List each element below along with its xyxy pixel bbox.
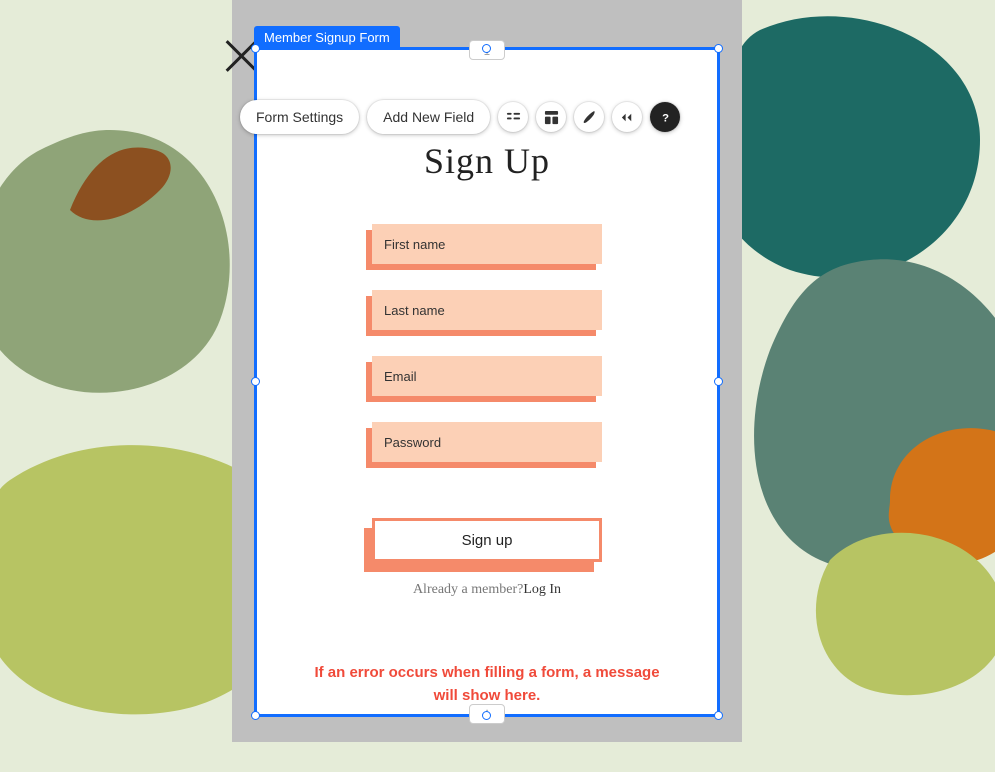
resize-handle-tl[interactable] <box>251 44 260 53</box>
resize-handle-bm[interactable] <box>482 711 491 720</box>
first-name-input[interactable] <box>372 224 602 264</box>
resize-handle-ml[interactable] <box>251 377 260 386</box>
signup-button[interactable]: Sign up <box>372 518 602 562</box>
already-member-label: Already a member? <box>413 582 523 597</box>
resize-handle-bl[interactable] <box>251 711 260 720</box>
animation-icon[interactable] <box>612 102 642 132</box>
resize-handle-mr[interactable] <box>714 377 723 386</box>
last-name-input[interactable] <box>372 290 602 330</box>
brush-icon[interactable] <box>574 102 604 132</box>
field-email <box>372 356 602 396</box>
login-link[interactable]: Log In <box>523 582 561 597</box>
password-input[interactable] <box>372 422 602 462</box>
error-message: If an error occurs when filling a form, … <box>307 662 667 707</box>
bg-blob <box>810 520 995 700</box>
floating-toolbar: Form Settings Add New Field ? <box>240 100 680 134</box>
layout-icon[interactable] <box>498 102 528 132</box>
bg-blob <box>60 140 180 230</box>
selected-element-frame[interactable]: Member Signup Form ⤓ ⤓ Sign Up Sign up <box>254 47 720 717</box>
svg-text:?: ? <box>662 112 669 124</box>
field-first-name <box>372 224 602 264</box>
signup-form: Sign Up Sign up Already a member?Log In … <box>257 50 717 727</box>
resize-handle-br[interactable] <box>714 711 723 720</box>
help-icon[interactable]: ? <box>650 102 680 132</box>
selection-label: Member Signup Form <box>254 26 400 50</box>
design-icon[interactable] <box>536 102 566 132</box>
form-settings-button[interactable]: Form Settings <box>240 100 359 134</box>
already-member-text: Already a member?Log In <box>413 582 561 598</box>
resize-handle-tr[interactable] <box>714 44 723 53</box>
resize-handle-tm[interactable] <box>482 44 491 53</box>
field-last-name <box>372 290 602 330</box>
add-new-field-button[interactable]: Add New Field <box>367 100 490 134</box>
submit-wrap: Sign up <box>372 518 602 562</box>
form-title: Sign Up <box>424 140 550 182</box>
field-password <box>372 422 602 462</box>
email-input[interactable] <box>372 356 602 396</box>
